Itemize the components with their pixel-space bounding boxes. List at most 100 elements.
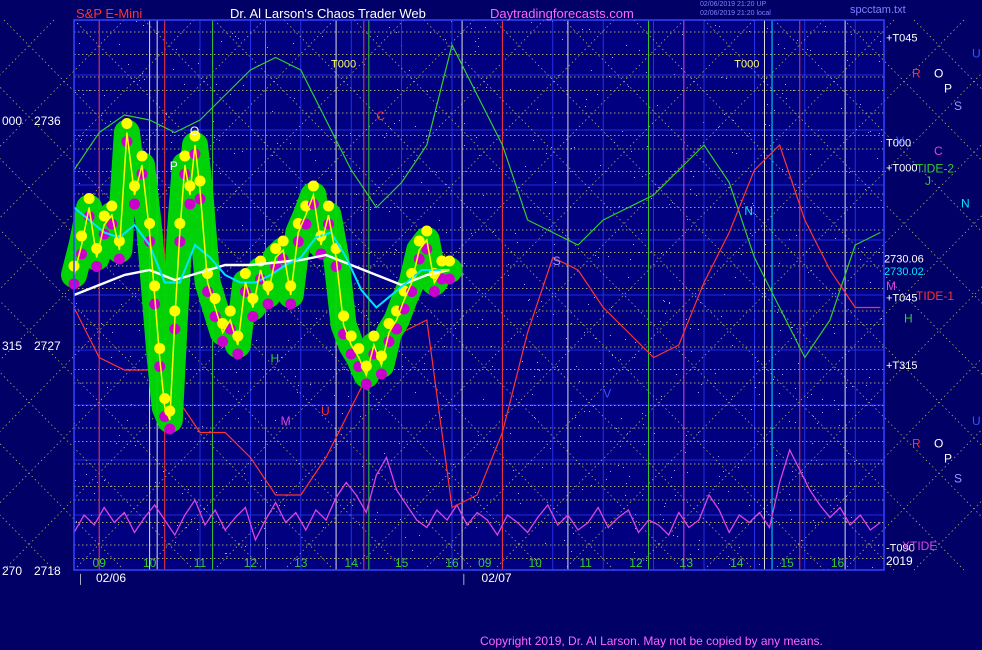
price-readout: 2730.06 (884, 254, 924, 266)
star-dot (272, 155, 273, 156)
star-dot (529, 299, 530, 300)
star-dot (609, 76, 610, 77)
star-dot (591, 485, 592, 486)
star-dot (669, 302, 670, 303)
star-dot (789, 421, 790, 422)
star-dot (79, 43, 80, 44)
star-dot (221, 41, 222, 42)
star-dot (612, 57, 613, 58)
planet-label: S (553, 254, 561, 268)
star-dot (749, 133, 750, 134)
star-dot (738, 467, 739, 468)
star-dot (436, 429, 437, 430)
star-dot (719, 26, 720, 27)
star-dot (175, 542, 176, 543)
star-dot (198, 63, 199, 64)
star-dot (767, 104, 768, 105)
star-dot (741, 254, 742, 255)
star-dot (445, 39, 446, 40)
star-dot (706, 482, 707, 483)
star-dot (214, 137, 215, 138)
star-dot (130, 356, 131, 357)
star-dot (437, 323, 438, 324)
star-dot (377, 409, 378, 410)
star-dot (515, 233, 516, 234)
star-dot (475, 41, 476, 42)
star-dot (817, 423, 818, 424)
flux-marker-low (247, 311, 259, 322)
star-dot (116, 264, 117, 265)
star-dot (608, 256, 609, 257)
star-dot (872, 567, 873, 568)
star-dot (493, 231, 494, 232)
star-dot (870, 282, 871, 283)
star-dot (268, 314, 269, 315)
timestamp-2: 02/06/2019 21:20 local (700, 10, 771, 17)
star-dot (822, 399, 823, 400)
star-dot (571, 401, 572, 402)
star-dot (634, 552, 635, 553)
star-dot (782, 374, 783, 375)
copyright-notice: Copyright 2019, Dr. Al Larson. May not b… (480, 634, 823, 648)
star-dot (673, 535, 674, 536)
star-dot (715, 373, 716, 374)
star-dot (643, 424, 644, 425)
star-dot (377, 322, 378, 323)
star-dot (386, 133, 387, 134)
star-dot (245, 546, 246, 547)
star-dot (520, 503, 521, 504)
star-dot (483, 195, 484, 196)
star-dot (197, 529, 198, 530)
y-tick-prefix: 315 (2, 339, 22, 353)
star-dot (813, 490, 814, 491)
star-dot (414, 160, 415, 161)
star-dot (594, 297, 595, 298)
star-dot (634, 357, 635, 358)
star-dot (879, 133, 880, 134)
star-dot (116, 443, 117, 444)
star-dot (610, 471, 611, 472)
star-dot (76, 303, 77, 304)
hour-tick-label: 09 (93, 556, 107, 570)
star-dot (767, 28, 768, 29)
star-dot (293, 43, 294, 44)
star-dot (586, 99, 587, 100)
flux-marker-low (383, 336, 395, 347)
star-dot (111, 357, 112, 358)
star-dot (718, 456, 719, 457)
star-dot (477, 327, 478, 328)
planet-label-right: M (886, 279, 896, 293)
star-dot (358, 304, 359, 305)
star-dot (566, 338, 567, 339)
star-dot (119, 44, 120, 45)
flux-marker-low (375, 368, 387, 380)
planet-label-right: J (925, 174, 931, 188)
star-dot (721, 316, 722, 317)
star-dot (877, 158, 878, 159)
star-dot (256, 340, 257, 341)
star-dot (626, 45, 627, 46)
flux-marker-high (121, 118, 133, 129)
star-dot (573, 533, 574, 534)
star-dot (356, 194, 357, 195)
star-dot (755, 387, 756, 388)
star-dot (226, 553, 227, 554)
star-dot (870, 131, 871, 132)
star-dot (296, 187, 297, 188)
star-dot (290, 143, 291, 144)
flux-marker-low (413, 253, 425, 265)
star-dot (616, 428, 617, 429)
star-dot (101, 323, 102, 324)
flux-marker-high (239, 268, 251, 279)
star-dot (813, 416, 814, 417)
star-dot (677, 536, 678, 537)
star-dot (310, 384, 311, 385)
planet-label-right: P (944, 452, 952, 466)
star-dot (478, 435, 479, 436)
planet-label: V (603, 387, 611, 401)
star-dot (492, 366, 493, 367)
star-dot (277, 143, 278, 144)
star-dot (848, 321, 849, 322)
site-url[interactable]: Daytradingforecasts.com (490, 6, 634, 21)
star-dot (479, 155, 480, 156)
